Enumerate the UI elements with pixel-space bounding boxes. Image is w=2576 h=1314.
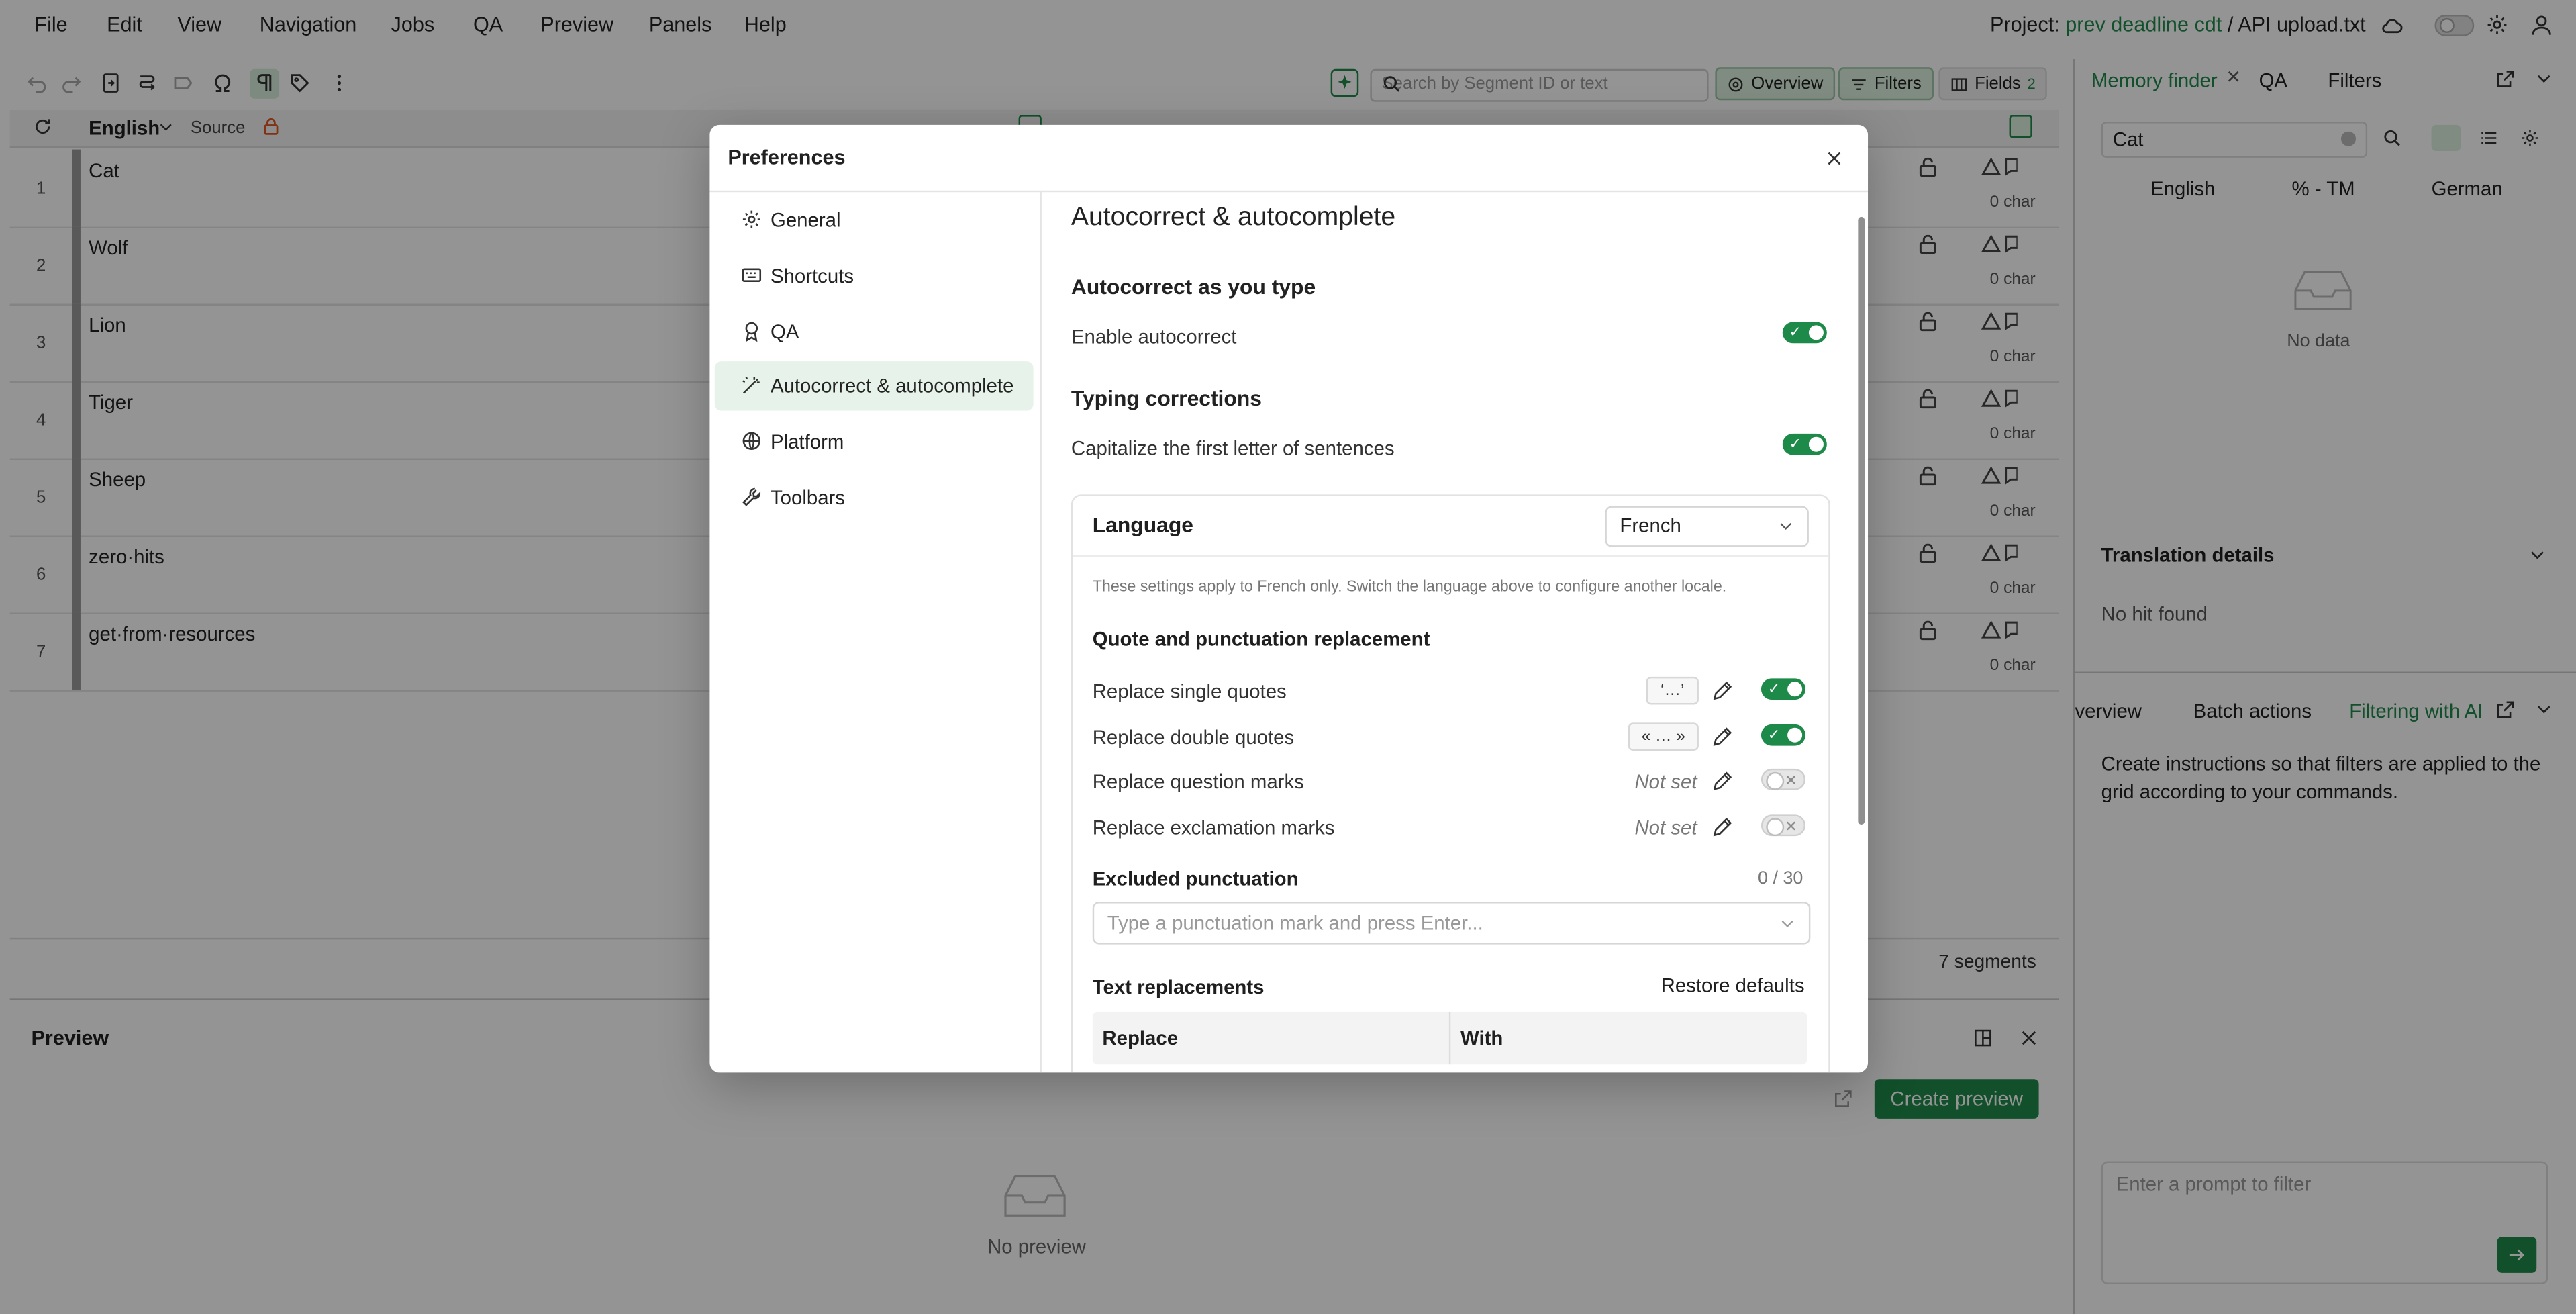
replace-question-marks-label: Replace question marks: [1092, 770, 1304, 794]
app-window: File Edit View Navigation Jobs QA Previe…: [0, 0, 2576, 1314]
subsection-autocorrect: Autocorrect as you type: [1071, 274, 1316, 299]
preferences-nav: General Shortcuts QA Autocorrect & autoc…: [709, 190, 1042, 1073]
nav-label: Toolbars: [770, 486, 845, 510]
globe-icon: [741, 430, 762, 452]
keyboard-icon: [741, 265, 762, 286]
toggle-knob: [1808, 325, 1824, 340]
edit-pencil-icon[interactable]: [1712, 680, 1734, 702]
check-icon: ✓: [1767, 726, 1781, 743]
toggle-knob: [1787, 727, 1803, 743]
language-title: Language: [1092, 512, 1194, 537]
question-marks-toggle[interactable]: ✕: [1761, 768, 1806, 790]
capitalize-label: Capitalize the first letter of sentences: [1071, 436, 1395, 460]
preferences-dialog: Preferences General Shortcuts QA Autocor…: [709, 124, 1869, 1073]
enable-autocorrect-toggle[interactable]: ✓: [1782, 322, 1827, 344]
nav-label: QA: [770, 320, 799, 344]
nav-item-shortcuts[interactable]: Shortcuts: [715, 251, 1034, 300]
excluded-placeholder: Type a punctuation mark and press Enter.…: [1107, 911, 1483, 935]
toggle-knob: [1787, 682, 1803, 697]
replace-exclamation-marks-label: Replace exclamation marks: [1092, 816, 1335, 840]
edit-pencil-icon[interactable]: [1712, 816, 1734, 838]
exclamation-marks-value: Not set: [1634, 816, 1697, 840]
language-select[interactable]: French: [1605, 506, 1809, 547]
excluded-punctuation-input[interactable]: Type a punctuation mark and press Enter.…: [1092, 902, 1811, 945]
content-scrollbar[interactable]: [1858, 216, 1865, 825]
single-quotes-toggle[interactable]: ✓: [1761, 678, 1806, 700]
preferences-content: Autocorrect & autocomplete Autocorrect a…: [1042, 191, 1846, 1073]
language-card-header: Language French: [1073, 496, 1829, 557]
quote-section-title: Quote and punctuation replacement: [1092, 627, 1430, 651]
question-marks-value: Not set: [1634, 770, 1697, 794]
excluded-count: 0 / 30: [1758, 869, 1803, 889]
replace-single-quotes-label: Replace single quotes: [1092, 679, 1287, 704]
replacements-table-header: Replace With: [1092, 1011, 1807, 1065]
enable-autocorrect-label: Enable autocorrect: [1071, 325, 1237, 348]
double-quotes-value: « … »: [1628, 722, 1699, 751]
x-icon: ✕: [1785, 818, 1797, 835]
single-quotes-value: ‘…’: [1646, 676, 1699, 705]
gear-icon: [741, 209, 762, 230]
nav-label: General: [770, 208, 841, 232]
column-replace: Replace: [1102, 1026, 1179, 1050]
chevron-down-icon: [1779, 915, 1795, 931]
chevron-down-icon: [1777, 518, 1793, 534]
restore-defaults-button[interactable]: Restore defaults: [1651, 968, 1814, 1004]
nav-item-general[interactable]: General: [715, 195, 1034, 244]
section-heading: Autocorrect & autocomplete: [1071, 203, 1396, 232]
language-card: Language French These settings apply to …: [1071, 494, 1830, 1073]
nav-item-platform[interactable]: Platform: [715, 417, 1034, 466]
language-hint: These settings apply to French only. Swi…: [1092, 578, 1727, 597]
column-divider: [1448, 1011, 1451, 1065]
text-replacements-title: Text replacements: [1092, 976, 1265, 999]
toggle-knob: [1766, 771, 1785, 790]
edit-pencil-icon[interactable]: [1712, 726, 1734, 747]
award-icon: [741, 320, 762, 342]
subsection-typing-corrections: Typing corrections: [1071, 385, 1262, 411]
wrench-icon: [741, 486, 762, 508]
nav-label: Autocorrect & autocomplete: [770, 374, 1014, 398]
dialog-title: Preferences: [728, 146, 846, 169]
excluded-punctuation-title: Excluded punctuation: [1092, 867, 1299, 890]
nav-label: Platform: [770, 430, 844, 454]
column-with: With: [1460, 1026, 1503, 1050]
toggle-knob: [1808, 436, 1824, 452]
edit-pencil-icon[interactable]: [1712, 770, 1734, 792]
toggle-knob: [1766, 818, 1785, 837]
close-icon[interactable]: [1825, 150, 1844, 169]
nav-item-autocorrect[interactable]: Autocorrect & autocomplete: [714, 361, 1034, 411]
replace-double-quotes-label: Replace double quotes: [1092, 726, 1295, 749]
exclamation-marks-toggle[interactable]: ✕: [1761, 814, 1806, 837]
double-quotes-toggle[interactable]: ✓: [1761, 724, 1806, 746]
check-icon: ✓: [1767, 679, 1781, 697]
x-icon: ✕: [1785, 771, 1797, 789]
nav-item-toolbars[interactable]: Toolbars: [715, 473, 1034, 522]
check-icon: ✓: [1789, 323, 1802, 340]
magic-wand-icon: [741, 375, 762, 396]
capitalize-toggle[interactable]: ✓: [1782, 433, 1827, 455]
language-selected: French: [1620, 514, 1681, 537]
check-icon: ✓: [1789, 435, 1802, 452]
nav-label: Shortcuts: [770, 264, 854, 288]
nav-item-qa[interactable]: QA: [715, 307, 1034, 356]
